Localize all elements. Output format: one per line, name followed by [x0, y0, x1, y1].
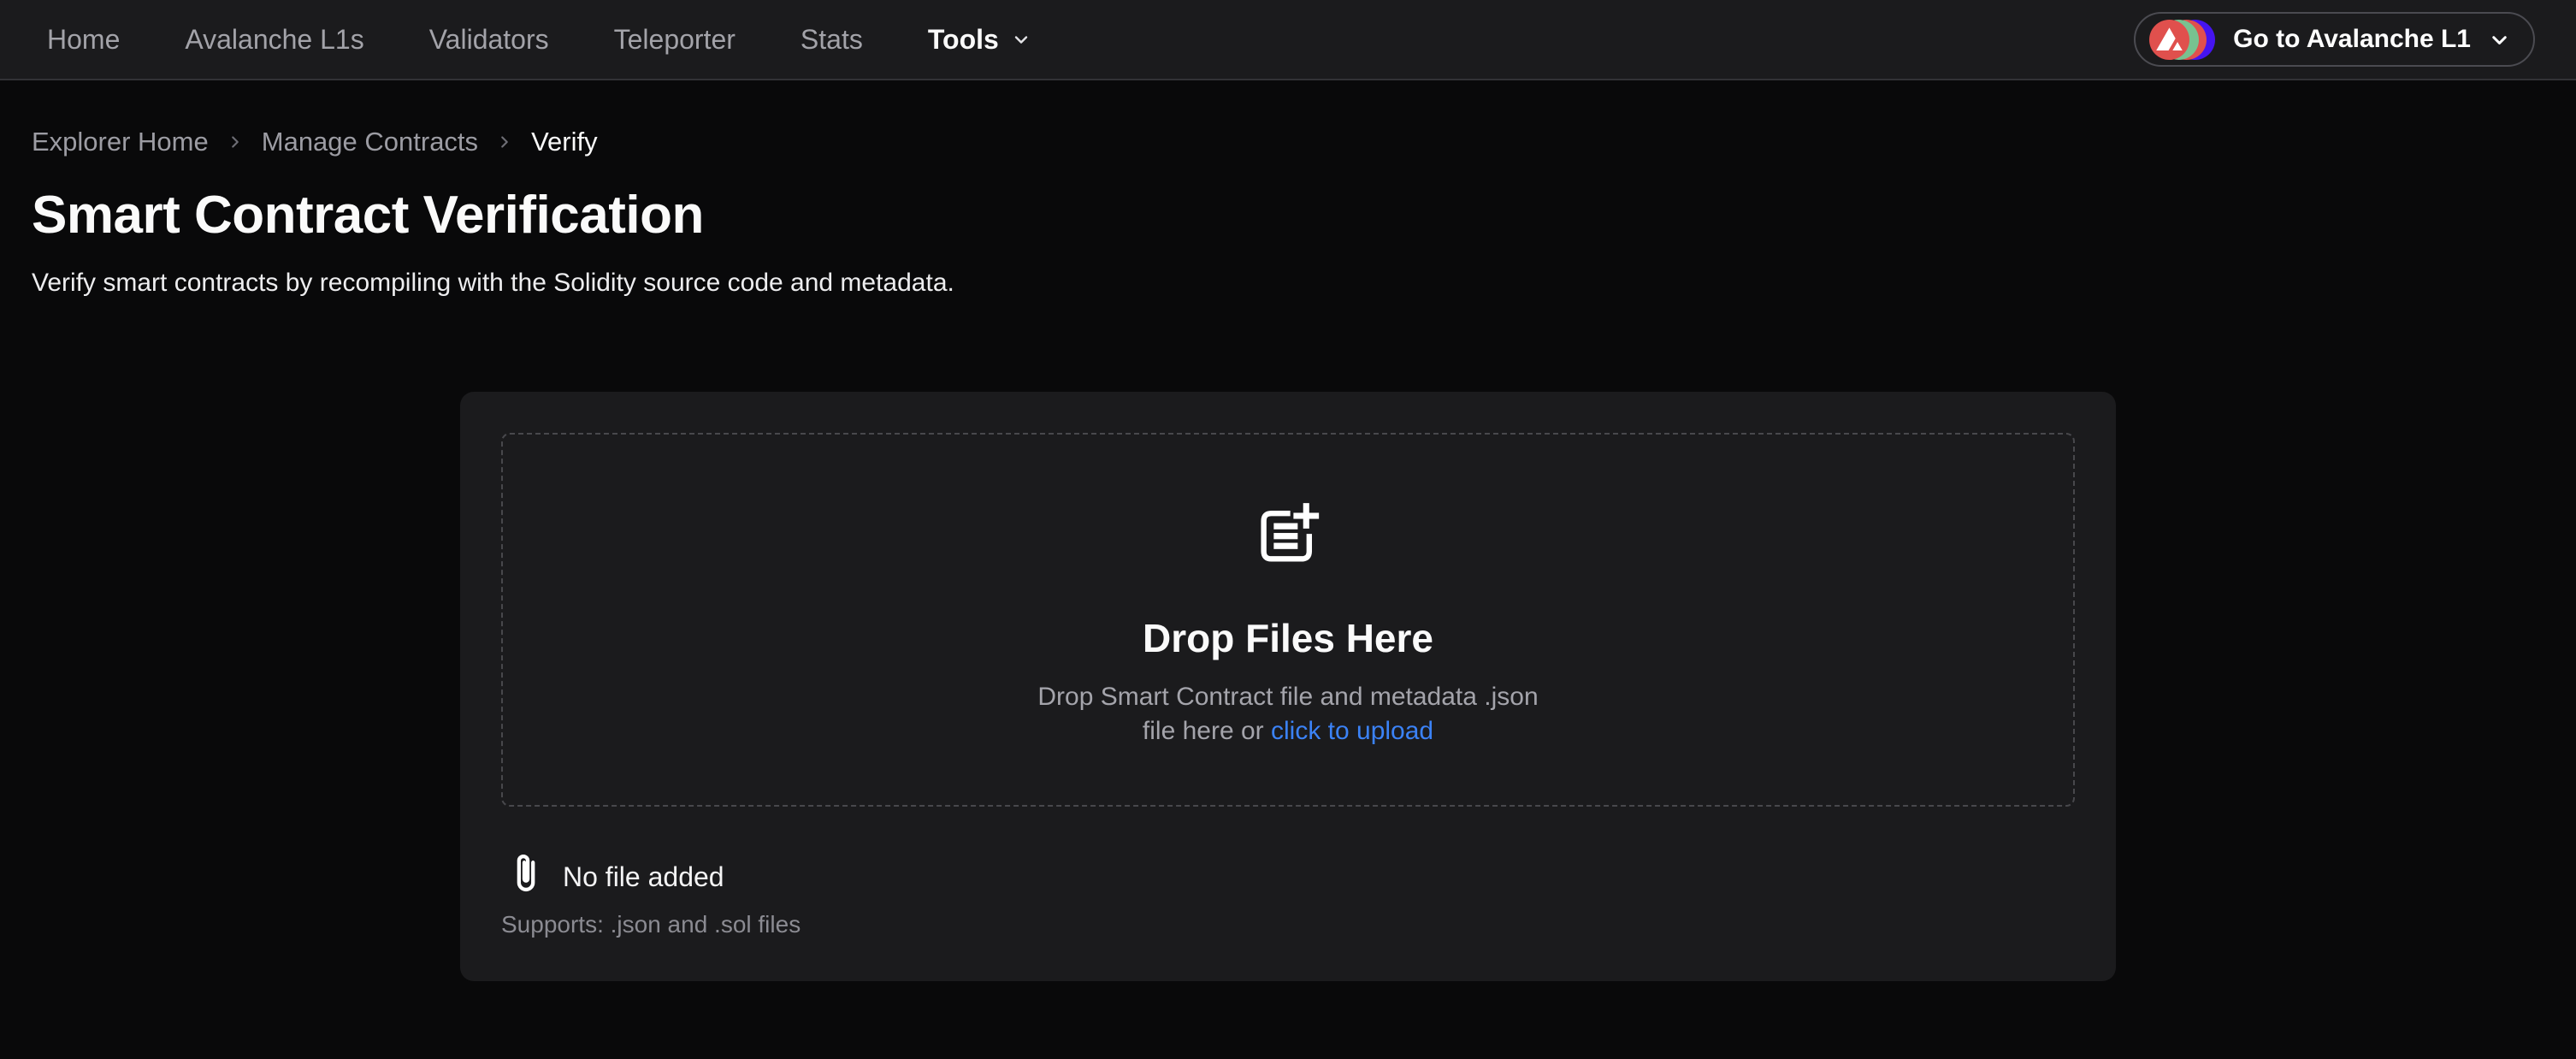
nav-item-validators[interactable]: Validators: [429, 24, 549, 56]
breadcrumb-current: Verify: [531, 127, 598, 157]
file-status-text: No file added: [563, 861, 724, 893]
chain-logo-stack: [2149, 20, 2216, 60]
file-status-row: No file added: [513, 855, 2075, 899]
click-to-upload-link[interactable]: click to upload: [1271, 717, 1433, 745]
chevron-right-icon: [226, 133, 245, 151]
cta-label: Go to Avalanche L1: [2233, 25, 2471, 54]
nav-item-tools[interactable]: Tools: [928, 24, 1031, 56]
paperclip-icon: [513, 855, 537, 899]
chevron-down-icon: [2488, 28, 2511, 51]
dropzone-description-line1: Drop Smart Contract file and metadata .j…: [1037, 683, 1538, 711]
dropzone-heading: Drop Files Here: [1143, 615, 1433, 661]
file-dropzone[interactable]: Drop Files Here Drop Smart Contract file…: [501, 433, 2075, 807]
avalanche-logo-icon: [2149, 20, 2189, 60]
chevron-down-icon: [1011, 29, 1031, 50]
breadcrumb-link-manage-contracts[interactable]: Manage Contracts: [262, 127, 478, 157]
verification-card: Drop Files Here Drop Smart Contract file…: [460, 392, 2116, 981]
breadcrumb-link-explorer-home[interactable]: Explorer Home: [32, 127, 209, 157]
go-to-avalanche-l1-button[interactable]: Go to Avalanche L1: [2134, 12, 2535, 67]
nav-item-teleporter[interactable]: Teleporter: [614, 24, 736, 56]
supported-formats-text: Supports: .json and .sol files: [501, 911, 2075, 938]
breadcrumb: Explorer Home Manage Contracts Verify: [32, 127, 2544, 157]
dropzone-description-line2: file here or: [1143, 717, 1271, 745]
page-title: Smart Contract Verification: [32, 185, 2544, 246]
nav-links: Home Avalanche L1s Validators Teleporter…: [47, 24, 1031, 56]
nav-item-stats[interactable]: Stats: [801, 24, 863, 56]
page-subtitle: Verify smart contracts by recompiling wi…: [32, 269, 2544, 298]
dropzone-description: Drop Smart Contract file and metadata .j…: [1037, 680, 1538, 748]
top-nav: Home Avalanche L1s Validators Teleporter…: [0, 0, 2576, 80]
nav-item-home[interactable]: Home: [47, 24, 120, 56]
chevron-right-icon: [495, 133, 514, 151]
nav-item-tools-label: Tools: [928, 24, 999, 56]
nav-item-avalanche-l1s[interactable]: Avalanche L1s: [185, 24, 363, 56]
page-content: Explorer Home Manage Contracts Verify Sm…: [0, 127, 2576, 981]
note-add-icon: [1255, 501, 1321, 572]
